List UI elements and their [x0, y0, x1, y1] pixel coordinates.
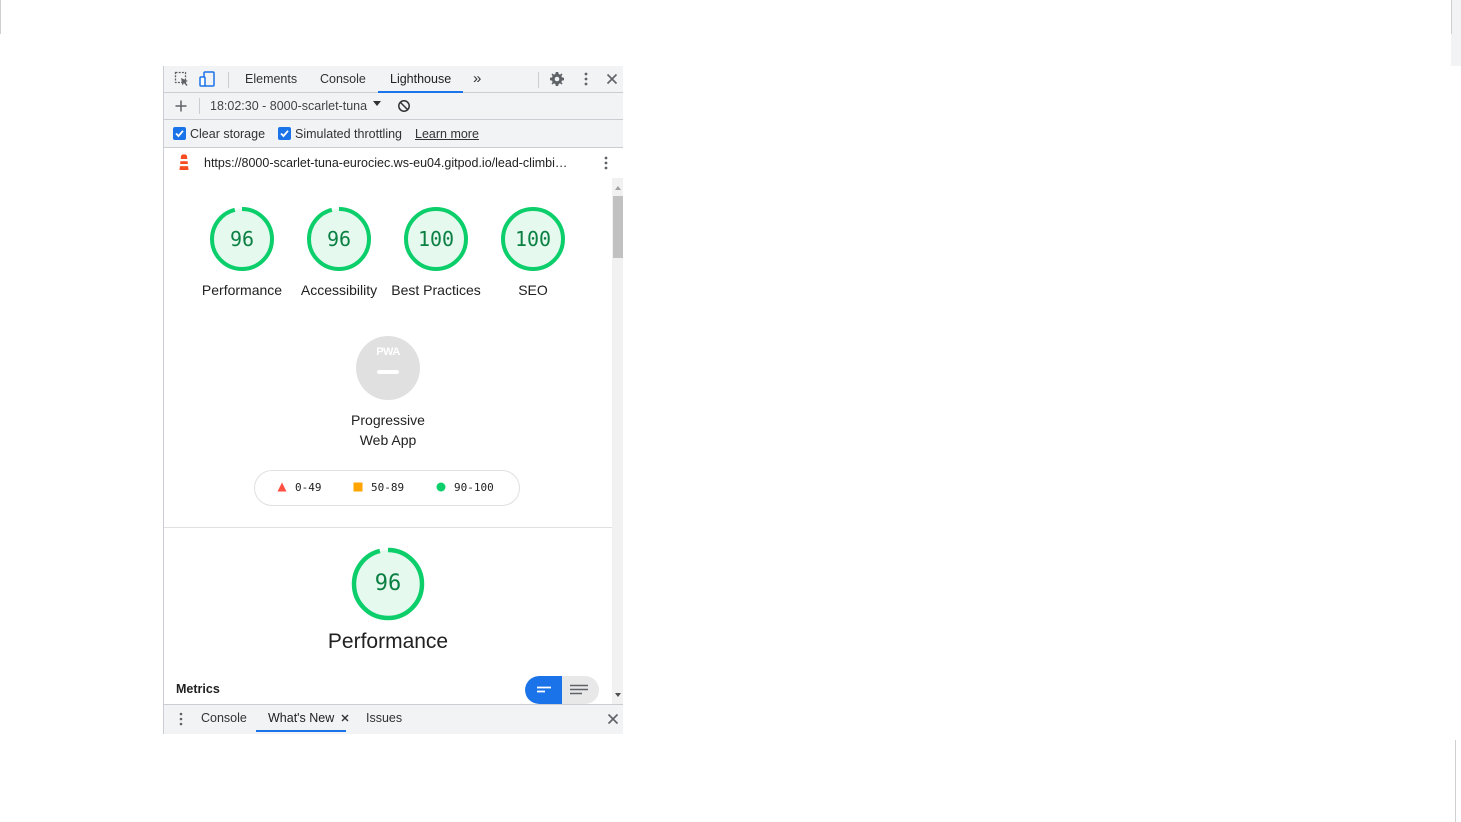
toolbar-separator: [538, 72, 539, 88]
legend-item-pass: 90-100: [436, 471, 494, 505]
pwa-badge-text: PWA: [376, 346, 400, 358]
legend-range: 50-89: [371, 481, 405, 494]
devtools-toolbar: Elements Console Lighthouse »: [164, 66, 623, 93]
window-edge-left: [0, 0, 1, 34]
performance-title: Performance: [327, 630, 449, 653]
tab-elements[interactable]: Elements: [245, 66, 297, 92]
drawer-tab-whats-new[interactable]: What's New: [255, 705, 347, 732]
pwa-dash-icon: [377, 370, 399, 374]
score-value: 100: [514, 227, 552, 251]
gear-icon[interactable]: [549, 71, 565, 87]
long-lines-icon: [570, 684, 588, 695]
score-label: Accessibility: [300, 282, 378, 298]
legend-item-average: 50-89: [353, 471, 404, 505]
metrics-heading: Metrics: [176, 682, 220, 696]
drawer-tab-issues[interactable]: Issues: [366, 705, 402, 732]
clear-reports-icon[interactable]: [396, 98, 412, 114]
clear-storage-label[interactable]: Clear storage: [190, 120, 265, 148]
score-value: 96: [326, 227, 352, 251]
simulated-throttling-label[interactable]: Simulated throttling: [295, 120, 402, 148]
device-toolbar-icon[interactable]: [199, 71, 215, 87]
score-label: SEO: [518, 282, 548, 298]
close-tab-icon[interactable]: [340, 712, 350, 722]
tab-lighthouse[interactable]: Lighthouse: [377, 66, 464, 93]
score-legend: 0-49 50-89 90-100: [254, 470, 520, 506]
legend-range: 90-100: [454, 481, 494, 494]
scroll-down-icon[interactable]: [615, 693, 621, 697]
lighthouse-toolbar: 18:02:30 - 8000-scarlet-tuna: [164, 93, 623, 120]
clear-storage-checkbox[interactable]: [173, 127, 186, 140]
section-divider: [164, 527, 612, 528]
report-menu-icon[interactable]: [598, 155, 614, 171]
pwa-label: Progressive Web App: [351, 412, 425, 448]
scroll-up-icon[interactable]: [615, 186, 621, 190]
circle-icon: [436, 482, 446, 492]
score-gauge-seo[interactable]: 100: [500, 206, 566, 272]
close-icon[interactable]: [604, 71, 620, 87]
score-gauge-accessibility[interactable]: 96: [306, 206, 372, 272]
devtools-drawer: Console What's New Issues: [164, 704, 623, 734]
report-url[interactable]: https://8000-scarlet-tuna-eurociec.ws-eu…: [204, 148, 567, 178]
score-gauge-best-practices[interactable]: 100: [403, 206, 469, 272]
performance-gauge: 96: [351, 547, 425, 621]
performance-score: 96: [374, 571, 402, 596]
learn-more-link[interactable]: Learn more: [415, 120, 479, 148]
triangle-icon: [277, 482, 287, 492]
simulated-throttling-checkbox[interactable]: [278, 127, 291, 140]
window-edge-right: [1451, 0, 1461, 66]
score-label: Best Practices: [391, 282, 481, 298]
metrics-view-toggle[interactable]: [525, 676, 599, 704]
score-value: 96: [229, 227, 255, 251]
pwa-badge[interactable]: PWA: [356, 336, 420, 400]
legend-item-fail: 0-49: [277, 471, 322, 505]
toggle-expanded-option[interactable]: [562, 676, 599, 704]
report-url-bar: https://8000-scarlet-tuna-eurociec.ws-eu…: [164, 148, 623, 178]
drawer-tab-console[interactable]: Console: [201, 705, 247, 732]
toolbar-separator: [228, 72, 229, 88]
plus-icon[interactable]: [173, 98, 189, 114]
scrollbar-thumb[interactable]: [613, 196, 623, 258]
lighthouse-report: 96 Performance 96 Accessibility 100 Best…: [164, 178, 612, 704]
dropdown-arrow-icon[interactable]: [372, 97, 388, 113]
close-drawer-icon[interactable]: [605, 711, 621, 727]
short-lines-icon: [537, 686, 551, 693]
lighthouse-options: Clear storage Simulated throttling Learn…: [164, 120, 623, 148]
more-tabs-icon[interactable]: »: [473, 66, 481, 92]
square-icon: [353, 482, 363, 492]
inspect-element-icon[interactable]: [174, 71, 190, 87]
window-edge-bottom-right: [1455, 740, 1456, 822]
drawer-menu-icon[interactable]: [173, 711, 189, 727]
score-label: Performance: [201, 282, 283, 298]
devtools-panel: Elements Console Lighthouse » 18:02:30 -…: [163, 66, 623, 734]
legend-range: 0-49: [295, 481, 322, 494]
toolbar-separator: [199, 98, 200, 114]
window-edge-right-line: [1451, 0, 1452, 34]
lighthouse-logo-icon: [176, 154, 192, 170]
tab-console[interactable]: Console: [320, 66, 366, 92]
score-gauge-performance[interactable]: 96: [209, 206, 275, 272]
report-selector[interactable]: 18:02:30 - 8000-scarlet-tuna: [210, 93, 367, 119]
toggle-compact-option[interactable]: [525, 676, 562, 704]
score-value: 100: [417, 227, 455, 251]
kebab-menu-icon[interactable]: [578, 71, 594, 87]
